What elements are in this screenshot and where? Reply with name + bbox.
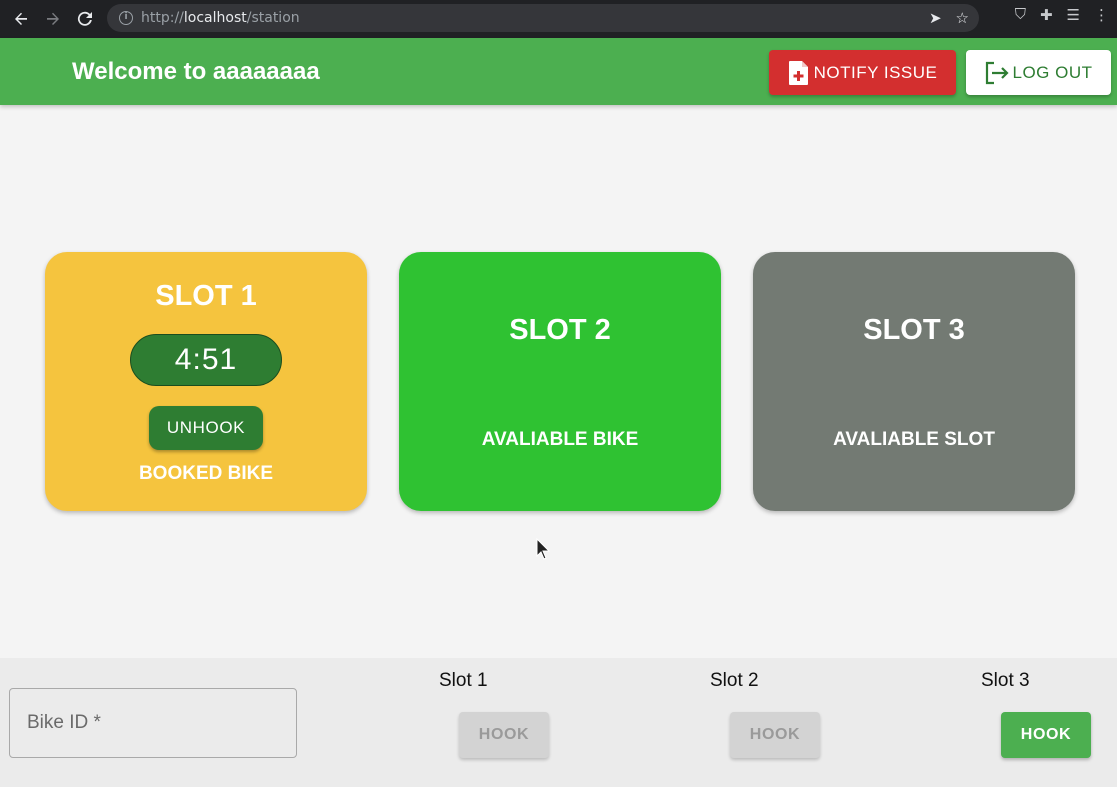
hook-button-slot-2[interactable]: HOOK — [730, 712, 820, 758]
slot-label-3: Slot 3 — [981, 670, 1030, 691]
slot-title: SLOT 3 — [863, 314, 965, 346]
slot-card-3: SLOT 3 AVALIABLE SLOT — [753, 252, 1075, 511]
countdown-timer: 4:51 — [130, 334, 282, 386]
browser-toolbar: i http://localhost/station ➤ ☆ ⛉ ✚ ☰ ⋮ — [0, 0, 1117, 38]
hook-button-slot-3[interactable]: HOOK — [1001, 712, 1091, 758]
mouse-cursor-icon — [536, 538, 550, 560]
slot-card-1: SLOT 1 4:51 UNHOOK BOOKED BIKE — [45, 252, 367, 511]
hook-panel: Bike ID * Slot 1 HOOK Slot 2 HOOK Slot 3… — [0, 658, 1117, 787]
address-bar[interactable]: i http://localhost/station ➤ ☆ — [107, 4, 979, 32]
shield-icon[interactable]: ⛉ — [1015, 6, 1026, 24]
url-path: /station — [246, 10, 300, 26]
slot-status: AVALIABLE SLOT — [833, 429, 995, 450]
logout-label: LOG OUT — [1012, 62, 1093, 82]
page-title: Welcome to aaaaaaaa — [72, 58, 320, 85]
puzzle-icon[interactable]: ✚ — [1040, 6, 1053, 24]
add-document-icon — [788, 60, 808, 85]
slot-status: AVALIABLE BIKE — [481, 429, 639, 450]
hook-button-slot-1[interactable]: HOOK — [459, 712, 549, 758]
logout-button[interactable]: LOG OUT — [966, 50, 1111, 95]
star-icon[interactable]: ☆ — [956, 9, 969, 27]
slot-status: BOOKED BIKE — [138, 463, 274, 484]
unhook-button[interactable]: UNHOOK — [149, 406, 263, 450]
slot-title: SLOT 2 — [509, 314, 611, 346]
slot-label-1: Slot 1 — [439, 670, 488, 691]
slot-title: SLOT 1 — [155, 280, 257, 312]
menu-dots-icon[interactable]: ⋮ — [1094, 6, 1109, 24]
logout-icon — [986, 61, 1010, 84]
forward-icon[interactable] — [37, 3, 69, 35]
playlist-icon[interactable]: ☰ — [1067, 6, 1080, 24]
back-icon[interactable] — [5, 3, 37, 35]
notify-issue-button[interactable]: NOTIFY ISSUE — [769, 50, 956, 95]
notify-issue-label: NOTIFY ISSUE — [813, 62, 938, 82]
send-icon[interactable]: ➤ — [929, 9, 942, 27]
bike-id-input[interactable]: Bike ID * — [9, 688, 297, 758]
slot-label-2: Slot 2 — [710, 670, 759, 691]
reload-icon[interactable] — [69, 3, 101, 35]
app-header: Welcome to aaaaaaaa NOTIFY ISSUE LOG OUT — [0, 38, 1117, 105]
url-host: localhost — [183, 10, 247, 26]
info-icon[interactable]: i — [119, 11, 133, 25]
slot-card-2: SLOT 2 AVALIABLE BIKE — [399, 252, 721, 511]
url-scheme: http:// — [141, 10, 184, 26]
